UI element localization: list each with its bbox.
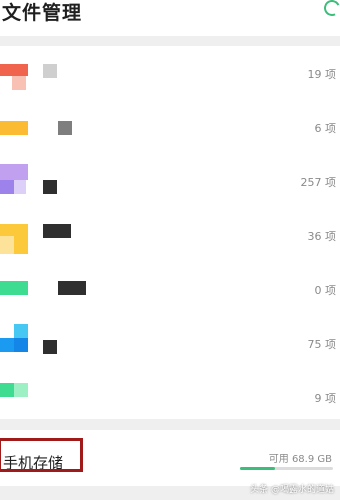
category-label-redacted [43, 64, 57, 78]
highlight-box [0, 438, 83, 472]
category-count: 6 项 [314, 122, 337, 135]
category-label-redacted [58, 281, 86, 295]
refresh-icon[interactable] [321, 0, 340, 19]
category-row-2[interactable]: 6 项 [0, 100, 340, 150]
category-row-3[interactable]: 257 项 [0, 154, 340, 204]
red-category-icon [0, 46, 28, 90]
category-row-1[interactable]: 19 项 [0, 46, 340, 96]
orange-category-icon [0, 121, 28, 135]
category-list: 19 项 6 项 257 项 36 项 0 项 75 项 9 项 [0, 46, 340, 419]
mint-category-icon [0, 383, 28, 397]
category-count: 19 项 [307, 68, 337, 81]
category-label-redacted [43, 340, 57, 354]
category-row-6[interactable]: 75 项 [0, 316, 340, 366]
header: 文件管理 [0, 0, 340, 36]
category-count: 36 项 [307, 230, 337, 243]
storage-bar-fill [240, 467, 276, 470]
phone-storage-row[interactable]: 手机存储 可用 68.9 GB [0, 430, 340, 486]
category-label-redacted [43, 180, 57, 194]
category-count: 257 项 [300, 176, 337, 189]
category-count: 9 项 [314, 392, 337, 405]
yellow-category-icon [0, 224, 28, 254]
storage-bar [240, 467, 333, 470]
blue-category-icon [0, 324, 28, 354]
category-count: 0 项 [314, 284, 337, 297]
category-label-redacted [43, 224, 71, 238]
purple-category-icon [0, 164, 28, 196]
watermark: 头条 @喝露水的道姑 [250, 485, 334, 495]
category-count: 75 项 [307, 338, 337, 351]
category-row-7[interactable]: 9 项 [0, 370, 340, 420]
category-row-5[interactable]: 0 项 [0, 262, 340, 312]
available-space: 可用 68.9 GB [268, 454, 332, 465]
green-category-icon [0, 281, 28, 295]
category-row-4[interactable]: 36 项 [0, 208, 340, 258]
page-title: 文件管理 [2, 2, 83, 24]
category-label-redacted [58, 121, 72, 135]
